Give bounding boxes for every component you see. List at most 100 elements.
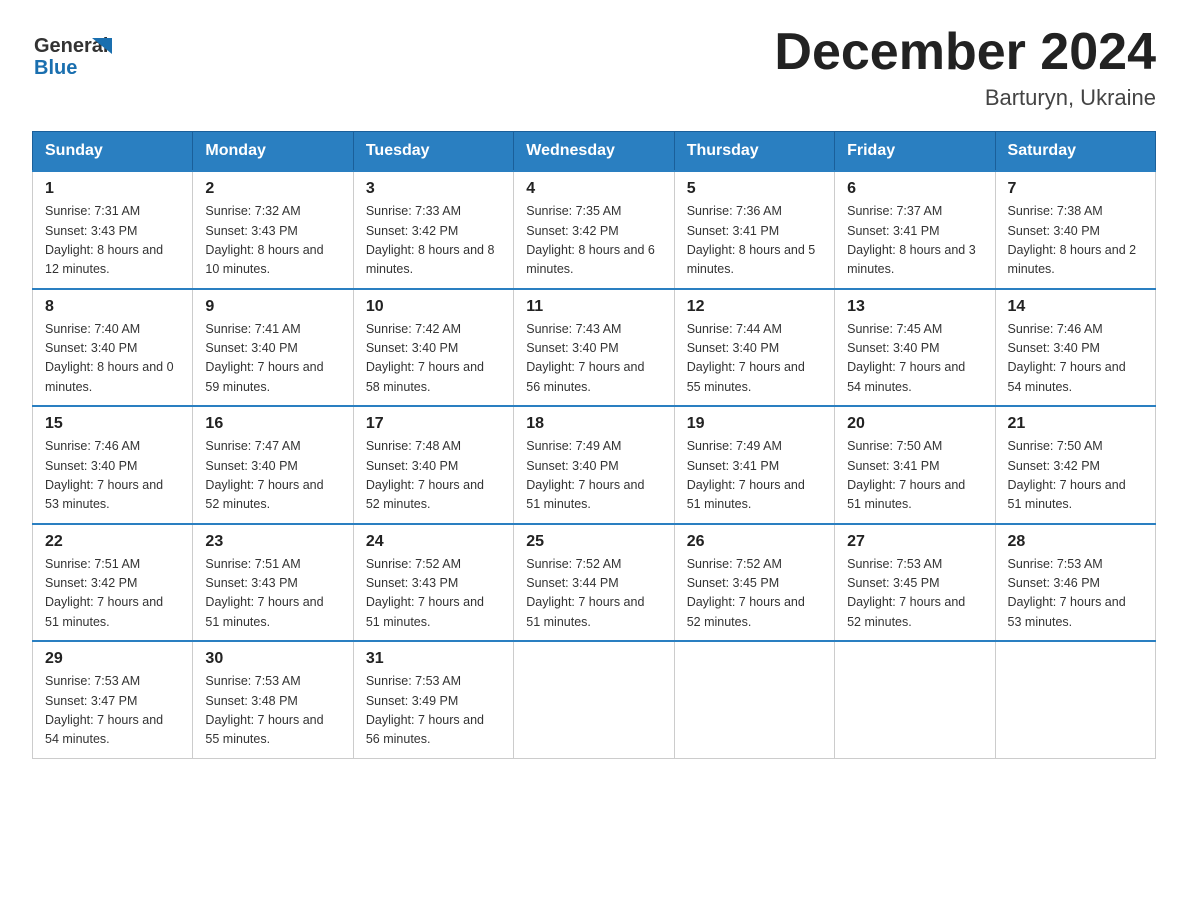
calendar-subtitle: Barturyn, Ukraine — [774, 85, 1156, 111]
calendar-cell — [835, 641, 995, 758]
calendar-cell: 7 Sunrise: 7:38 AM Sunset: 3:40 PM Dayli… — [995, 171, 1155, 289]
calendar-cell: 29 Sunrise: 7:53 AM Sunset: 3:47 PM Dayl… — [33, 641, 193, 758]
day-number: 2 — [205, 180, 340, 198]
calendar-table: Sunday Monday Tuesday Wednesday Thursday… — [32, 131, 1156, 759]
day-info: Sunrise: 7:48 AM Sunset: 3:40 PM Dayligh… — [366, 437, 501, 515]
title-block: December 2024 Barturyn, Ukraine — [774, 24, 1156, 111]
calendar-cell: 21 Sunrise: 7:50 AM Sunset: 3:42 PM Dayl… — [995, 406, 1155, 524]
day-info: Sunrise: 7:35 AM Sunset: 3:42 PM Dayligh… — [526, 202, 661, 280]
calendar-cell: 19 Sunrise: 7:49 AM Sunset: 3:41 PM Dayl… — [674, 406, 834, 524]
day-number: 17 — [366, 415, 501, 433]
day-number: 25 — [526, 533, 661, 551]
calendar-week-3: 15 Sunrise: 7:46 AM Sunset: 3:40 PM Dayl… — [33, 406, 1156, 524]
logo-image: General Blue — [32, 24, 112, 89]
day-info: Sunrise: 7:38 AM Sunset: 3:40 PM Dayligh… — [1008, 202, 1143, 280]
day-info: Sunrise: 7:53 AM Sunset: 3:47 PM Dayligh… — [45, 672, 180, 750]
day-info: Sunrise: 7:31 AM Sunset: 3:43 PM Dayligh… — [45, 202, 180, 280]
day-info: Sunrise: 7:50 AM Sunset: 3:42 PM Dayligh… — [1008, 437, 1143, 515]
logo: General Blue — [32, 24, 112, 89]
day-number: 26 — [687, 533, 822, 551]
day-number: 16 — [205, 415, 340, 433]
day-number: 12 — [687, 298, 822, 316]
day-info: Sunrise: 7:52 AM Sunset: 3:43 PM Dayligh… — [366, 555, 501, 633]
day-info: Sunrise: 7:41 AM Sunset: 3:40 PM Dayligh… — [205, 320, 340, 398]
day-number: 11 — [526, 298, 661, 316]
calendar-title: December 2024 — [774, 24, 1156, 81]
calendar-week-1: 1 Sunrise: 7:31 AM Sunset: 3:43 PM Dayli… — [33, 171, 1156, 289]
calendar-cell — [674, 641, 834, 758]
day-number: 5 — [687, 180, 822, 198]
day-number: 18 — [526, 415, 661, 433]
day-number: 9 — [205, 298, 340, 316]
calendar-cell: 20 Sunrise: 7:50 AM Sunset: 3:41 PM Dayl… — [835, 406, 995, 524]
calendar-cell: 4 Sunrise: 7:35 AM Sunset: 3:42 PM Dayli… — [514, 171, 674, 289]
day-number: 20 — [847, 415, 982, 433]
day-info: Sunrise: 7:32 AM Sunset: 3:43 PM Dayligh… — [205, 202, 340, 280]
day-info: Sunrise: 7:46 AM Sunset: 3:40 PM Dayligh… — [1008, 320, 1143, 398]
day-info: Sunrise: 7:51 AM Sunset: 3:43 PM Dayligh… — [205, 555, 340, 633]
header-friday: Friday — [835, 132, 995, 172]
day-number: 19 — [687, 415, 822, 433]
day-info: Sunrise: 7:47 AM Sunset: 3:40 PM Dayligh… — [205, 437, 340, 515]
calendar-cell: 17 Sunrise: 7:48 AM Sunset: 3:40 PM Dayl… — [353, 406, 513, 524]
day-info: Sunrise: 7:37 AM Sunset: 3:41 PM Dayligh… — [847, 202, 982, 280]
calendar-cell: 2 Sunrise: 7:32 AM Sunset: 3:43 PM Dayli… — [193, 171, 353, 289]
day-info: Sunrise: 7:44 AM Sunset: 3:40 PM Dayligh… — [687, 320, 822, 398]
header-wednesday: Wednesday — [514, 132, 674, 172]
day-info: Sunrise: 7:53 AM Sunset: 3:48 PM Dayligh… — [205, 672, 340, 750]
day-info: Sunrise: 7:42 AM Sunset: 3:40 PM Dayligh… — [366, 320, 501, 398]
day-number: 13 — [847, 298, 982, 316]
calendar-cell: 18 Sunrise: 7:49 AM Sunset: 3:40 PM Dayl… — [514, 406, 674, 524]
calendar-cell: 10 Sunrise: 7:42 AM Sunset: 3:40 PM Dayl… — [353, 289, 513, 407]
day-number: 23 — [205, 533, 340, 551]
header-saturday: Saturday — [995, 132, 1155, 172]
day-info: Sunrise: 7:40 AM Sunset: 3:40 PM Dayligh… — [45, 320, 180, 398]
calendar-cell — [995, 641, 1155, 758]
day-number: 14 — [1008, 298, 1143, 316]
day-number: 29 — [45, 650, 180, 668]
day-number: 30 — [205, 650, 340, 668]
calendar-cell: 15 Sunrise: 7:46 AM Sunset: 3:40 PM Dayl… — [33, 406, 193, 524]
header-monday: Monday — [193, 132, 353, 172]
day-number: 3 — [366, 180, 501, 198]
day-info: Sunrise: 7:53 AM Sunset: 3:45 PM Dayligh… — [847, 555, 982, 633]
day-info: Sunrise: 7:50 AM Sunset: 3:41 PM Dayligh… — [847, 437, 982, 515]
calendar-week-5: 29 Sunrise: 7:53 AM Sunset: 3:47 PM Dayl… — [33, 641, 1156, 758]
calendar-cell: 16 Sunrise: 7:47 AM Sunset: 3:40 PM Dayl… — [193, 406, 353, 524]
day-info: Sunrise: 7:52 AM Sunset: 3:45 PM Dayligh… — [687, 555, 822, 633]
day-info: Sunrise: 7:49 AM Sunset: 3:41 PM Dayligh… — [687, 437, 822, 515]
calendar-cell: 13 Sunrise: 7:45 AM Sunset: 3:40 PM Dayl… — [835, 289, 995, 407]
day-number: 1 — [45, 180, 180, 198]
page-header: General Blue December 2024 Barturyn, Ukr… — [32, 24, 1156, 111]
header-tuesday: Tuesday — [353, 132, 513, 172]
day-number: 7 — [1008, 180, 1143, 198]
calendar-cell: 8 Sunrise: 7:40 AM Sunset: 3:40 PM Dayli… — [33, 289, 193, 407]
day-number: 4 — [526, 180, 661, 198]
day-number: 24 — [366, 533, 501, 551]
weekday-header-row: Sunday Monday Tuesday Wednesday Thursday… — [33, 132, 1156, 172]
day-info: Sunrise: 7:53 AM Sunset: 3:46 PM Dayligh… — [1008, 555, 1143, 633]
day-info: Sunrise: 7:36 AM Sunset: 3:41 PM Dayligh… — [687, 202, 822, 280]
day-number: 31 — [366, 650, 501, 668]
calendar-cell: 26 Sunrise: 7:52 AM Sunset: 3:45 PM Dayl… — [674, 524, 834, 642]
calendar-cell: 6 Sunrise: 7:37 AM Sunset: 3:41 PM Dayli… — [835, 171, 995, 289]
day-number: 21 — [1008, 415, 1143, 433]
day-info: Sunrise: 7:43 AM Sunset: 3:40 PM Dayligh… — [526, 320, 661, 398]
calendar-cell: 22 Sunrise: 7:51 AM Sunset: 3:42 PM Dayl… — [33, 524, 193, 642]
day-info: Sunrise: 7:33 AM Sunset: 3:42 PM Dayligh… — [366, 202, 501, 280]
calendar-cell: 27 Sunrise: 7:53 AM Sunset: 3:45 PM Dayl… — [835, 524, 995, 642]
day-number: 15 — [45, 415, 180, 433]
header-sunday: Sunday — [33, 132, 193, 172]
day-info: Sunrise: 7:49 AM Sunset: 3:40 PM Dayligh… — [526, 437, 661, 515]
header-thursday: Thursday — [674, 132, 834, 172]
calendar-cell: 14 Sunrise: 7:46 AM Sunset: 3:40 PM Dayl… — [995, 289, 1155, 407]
day-info: Sunrise: 7:51 AM Sunset: 3:42 PM Dayligh… — [45, 555, 180, 633]
calendar-cell: 9 Sunrise: 7:41 AM Sunset: 3:40 PM Dayli… — [193, 289, 353, 407]
day-number: 8 — [45, 298, 180, 316]
calendar-cell: 11 Sunrise: 7:43 AM Sunset: 3:40 PM Dayl… — [514, 289, 674, 407]
day-number: 28 — [1008, 533, 1143, 551]
svg-text:Blue: Blue — [34, 57, 77, 79]
calendar-cell — [514, 641, 674, 758]
calendar-cell: 24 Sunrise: 7:52 AM Sunset: 3:43 PM Dayl… — [353, 524, 513, 642]
calendar-cell: 1 Sunrise: 7:31 AM Sunset: 3:43 PM Dayli… — [33, 171, 193, 289]
